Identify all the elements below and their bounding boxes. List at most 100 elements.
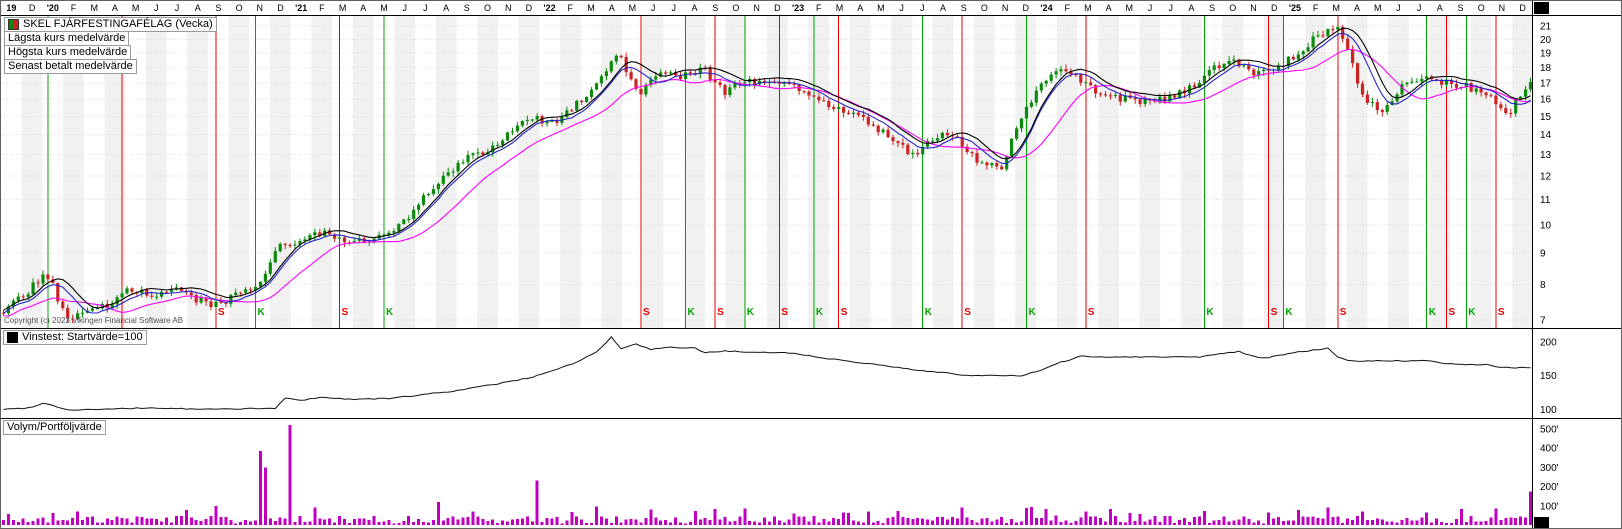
svg-text:S: S xyxy=(1449,307,1456,318)
svg-text:K: K xyxy=(386,307,394,318)
svg-text:N: N xyxy=(505,3,512,13)
svg-text:A: A xyxy=(691,3,697,13)
svg-text:S: S xyxy=(1498,307,1505,318)
svg-text:J: J xyxy=(1396,3,1401,13)
svg-text:D: D xyxy=(774,3,781,13)
svg-text:N: N xyxy=(753,3,760,13)
svg-text:J: J xyxy=(1148,3,1153,13)
chart-canvas[interactable]: SKSKSKSKSKSKSKSKSKSKSKS19D'20FMAMJJASOND… xyxy=(1,1,1622,529)
svg-text:N: N xyxy=(1002,3,1009,13)
svg-text:O: O xyxy=(732,3,739,13)
svg-text:J: J xyxy=(672,3,677,13)
svg-text:M: M xyxy=(877,3,885,13)
svg-text:A: A xyxy=(609,3,615,13)
svg-text:S: S xyxy=(961,3,967,13)
svg-text:M: M xyxy=(339,3,347,13)
svg-text:100: 100 xyxy=(1540,405,1557,416)
legend-ma-close-row[interactable]: Senast betalt medelvärde xyxy=(4,59,137,74)
profit-legend-row[interactable]: Vinstest: Startvärde=100 xyxy=(3,330,147,345)
svg-text:'23: '23 xyxy=(792,3,804,13)
svg-text:F: F xyxy=(1313,3,1319,13)
legend-ma-close-label: Senast betalt medelvärde xyxy=(8,60,133,73)
svg-text:O: O xyxy=(1478,3,1485,13)
svg-text:15: 15 xyxy=(1540,112,1552,123)
svg-text:A: A xyxy=(1106,3,1112,13)
chart-title: SKEL FJÁRFESTINGAFÉLAG (Vecka) xyxy=(23,18,213,31)
axis-corner-widget-top[interactable] xyxy=(1534,2,1549,14)
svg-text:A: A xyxy=(360,3,366,13)
svg-text:S: S xyxy=(464,3,470,13)
svg-text:S: S xyxy=(218,307,225,318)
axis-corner-widget-bottom[interactable] xyxy=(1534,517,1549,528)
legend-title-row[interactable]: SKEL FJÁRFESTINGAFÉLAG (Vecka) xyxy=(4,17,217,32)
svg-text:M: M xyxy=(629,3,637,13)
svg-text:N: N xyxy=(1250,3,1257,13)
svg-text:K: K xyxy=(1206,307,1214,318)
svg-text:D: D xyxy=(526,3,533,13)
svg-text:500': 500' xyxy=(1540,424,1559,435)
svg-text:F: F xyxy=(816,3,822,13)
svg-text:'25: '25 xyxy=(1289,3,1301,13)
svg-text:O: O xyxy=(1229,3,1236,13)
legend-ma-low-row[interactable]: Lägsta kurs medelvärde xyxy=(4,31,129,46)
svg-text:K: K xyxy=(1429,307,1437,318)
svg-text:F: F xyxy=(568,3,574,13)
svg-text:17: 17 xyxy=(1540,78,1552,89)
svg-text:K: K xyxy=(1029,307,1037,318)
svg-text:O: O xyxy=(484,3,491,13)
svg-text:K: K xyxy=(1285,307,1293,318)
legend-ma-low-label: Lägsta kurs medelvärde xyxy=(8,32,125,45)
svg-text:M: M xyxy=(1084,3,1092,13)
volume-axis-labels: 500'400'300'200'100' xyxy=(1540,424,1559,512)
svg-text:K: K xyxy=(816,307,824,318)
svg-text:S: S xyxy=(1340,307,1347,318)
svg-text:S: S xyxy=(1271,307,1278,318)
svg-text:21: 21 xyxy=(1540,22,1552,33)
svg-text:J: J xyxy=(651,3,656,13)
svg-text:19: 19 xyxy=(6,3,16,13)
profit-test-line xyxy=(4,337,1531,410)
svg-text:M: M xyxy=(836,3,844,13)
svg-text:J: J xyxy=(175,3,180,13)
svg-text:S: S xyxy=(1457,3,1463,13)
svg-text:S: S xyxy=(841,307,848,318)
svg-text:K: K xyxy=(1468,307,1476,318)
svg-text:N: N xyxy=(257,3,264,13)
price-axis-labels: 212019181716151413121110987 xyxy=(1540,22,1552,327)
svg-text:10: 10 xyxy=(1540,220,1552,231)
svg-text:S: S xyxy=(643,307,650,318)
svg-text:D: D xyxy=(1519,3,1526,13)
time-axis-labels: 19 D '20 F M A M J J A S O N D '21 F M A M J J A S O N D '22 F M A M J J… xyxy=(6,3,1526,13)
svg-text:S: S xyxy=(717,307,724,318)
svg-text:18: 18 xyxy=(1540,63,1552,74)
svg-text:F: F xyxy=(71,3,77,13)
svg-text:A: A xyxy=(857,3,863,13)
svg-text:M: M xyxy=(1374,3,1382,13)
copyright-text: Copyright (c) 2023 Vikingen Financial So… xyxy=(4,316,183,325)
svg-text:7: 7 xyxy=(1540,316,1546,327)
svg-text:M: M xyxy=(587,3,595,13)
svg-text:'21: '21 xyxy=(295,3,307,13)
svg-text:J: J xyxy=(1168,3,1173,13)
month-bands xyxy=(22,15,1533,328)
svg-text:14: 14 xyxy=(1540,130,1552,141)
volume-legend-row[interactable]: Volym/Portföljvärde xyxy=(3,420,106,435)
svg-text:J: J xyxy=(1417,3,1422,13)
svg-text:A: A xyxy=(1188,3,1194,13)
svg-text:M: M xyxy=(1333,3,1341,13)
profit-panel-legend: Vinstest: Startvärde=100 xyxy=(3,331,147,345)
svg-text:'20: '20 xyxy=(47,3,59,13)
svg-text:'22: '22 xyxy=(544,3,556,13)
svg-text:S: S xyxy=(342,307,349,318)
svg-text:F: F xyxy=(319,3,325,13)
svg-text:K: K xyxy=(747,307,755,318)
volume-panel-title: Volym/Portföljvärde xyxy=(7,421,102,434)
candlestick-series-icon xyxy=(8,19,19,30)
svg-text:9: 9 xyxy=(1540,249,1546,260)
svg-text:200': 200' xyxy=(1540,482,1559,493)
svg-text:N: N xyxy=(1499,3,1506,13)
legend-ma-high-row[interactable]: Högsta kurs medelvärde xyxy=(4,45,131,60)
svg-text:S: S xyxy=(1088,307,1095,318)
profit-panel-title: Vinstest: Startvärde=100 xyxy=(22,331,143,344)
svg-text:19: 19 xyxy=(1540,49,1552,60)
